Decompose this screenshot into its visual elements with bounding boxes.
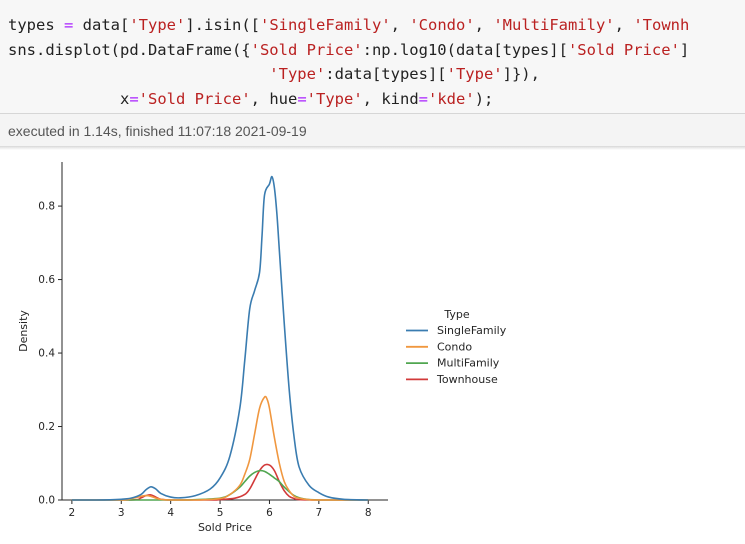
execution-info-bar: executed in 1.14s, finished 11:07:18 202… bbox=[0, 113, 745, 147]
code-cell[interactable]: types = data['Type'].isin(['SingleFamily… bbox=[0, 0, 745, 147]
legend-entry: Townhouse bbox=[436, 373, 498, 386]
code-token: , hue bbox=[250, 89, 298, 108]
y-tick-label: 0.2 bbox=[38, 421, 55, 433]
code-token: ] bbox=[679, 40, 690, 59]
code-token: 'Sold Price' bbox=[567, 40, 680, 59]
code-token: 'Sold Price' bbox=[250, 40, 363, 59]
series-line-singlefamily bbox=[71, 175, 369, 501]
code-token: 'Type' bbox=[129, 16, 186, 34]
series-line-condo bbox=[71, 395, 369, 501]
code-token: 'Townh bbox=[633, 16, 690, 34]
code-token: 'Type' bbox=[269, 65, 326, 83]
output-area: 2 3 4 5 6 7 8 0.0 0.2 0.4 0.6 0.8 Sold Price Density … bbox=[0, 150, 745, 539]
code-token: 'Condo' bbox=[409, 16, 475, 34]
code-token: types bbox=[8, 16, 64, 34]
legend: Type SingleFamily Condo MultiFamily Townhous… bbox=[406, 308, 507, 386]
axes: 2 3 4 5 6 7 8 0.0 0.2 0.4 0.6 0.8 Sold Price Density bbox=[17, 162, 388, 534]
code-token: ].isin([ bbox=[185, 16, 260, 34]
code-token: = bbox=[418, 89, 429, 108]
code-token: 'Type' bbox=[446, 65, 503, 83]
code-editor[interactable]: types = data['Type'].isin(['SingleFamily… bbox=[8, 13, 689, 111]
y-axis-label: Density bbox=[17, 310, 30, 352]
y-tick-label: 0.6 bbox=[38, 274, 55, 286]
code-token: x bbox=[8, 89, 130, 108]
kde-chart: 2 3 4 5 6 7 80.00.20.40.60.8Sold PriceDensity … bbox=[17, 162, 507, 534]
code-token: :np.log10(data[types][ bbox=[362, 40, 568, 59]
series-lines bbox=[71, 175, 369, 501]
x-tick-label: 2 bbox=[69, 507, 76, 519]
x-tick-label: 5 bbox=[217, 507, 224, 519]
y-tick-label: 0.8 bbox=[38, 201, 55, 213]
code-token: , bbox=[614, 16, 634, 34]
x-axis-label: Sold Price bbox=[198, 521, 252, 534]
x-tick-label: 7 bbox=[316, 507, 323, 519]
x-tick-label: 3 bbox=[118, 507, 125, 519]
legend-entry: MultiFamily bbox=[437, 357, 500, 370]
execution-status: executed in 1.14s, finished 11:07:18 202… bbox=[8, 123, 307, 139]
code-token: , bbox=[390, 16, 410, 34]
x-tick-label: 6 bbox=[266, 507, 273, 519]
code-token: = bbox=[129, 89, 139, 108]
code-token: ); bbox=[474, 89, 494, 108]
code-token: sns.displot(pd.DataFrame({ bbox=[8, 40, 251, 59]
code-token: = bbox=[64, 16, 74, 34]
y-tick-label: 0.4 bbox=[38, 348, 55, 360]
code-token: :data[types][ bbox=[325, 65, 447, 83]
code-token: 'Type' bbox=[306, 89, 363, 108]
code-token: data[ bbox=[73, 16, 130, 34]
y-tick-label: 0.0 bbox=[38, 495, 55, 507]
legend-entry: SingleFamily bbox=[437, 324, 507, 337]
legend-entry: Condo bbox=[437, 340, 472, 353]
code-token: 'kde' bbox=[428, 89, 475, 108]
legend-title: Type bbox=[443, 308, 469, 321]
code-token: 'SingleFamily' bbox=[260, 16, 391, 34]
code-token: , bbox=[474, 16, 494, 34]
x-tick-label: 8 bbox=[365, 507, 372, 519]
x-tick-label: 4 bbox=[167, 507, 174, 519]
code-token: 'Sold Price' bbox=[138, 89, 251, 108]
code-token: , kind bbox=[362, 89, 419, 108]
code-token: ]}), bbox=[502, 65, 540, 83]
code-token: 'MultiFamily' bbox=[493, 16, 615, 34]
code-token: = bbox=[297, 89, 307, 108]
